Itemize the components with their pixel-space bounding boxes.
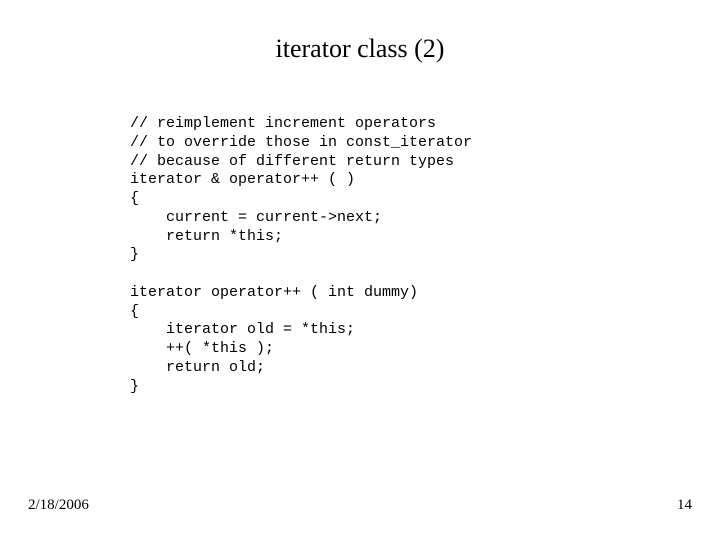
footer-date: 2/18/2006 [28,497,89,514]
slide: iterator class (2) // reimplement increm… [0,0,720,540]
code-block: // reimplement increment operators // to… [130,115,472,396]
slide-title: iterator class (2) [0,34,720,64]
footer-page-number: 14 [677,497,692,514]
